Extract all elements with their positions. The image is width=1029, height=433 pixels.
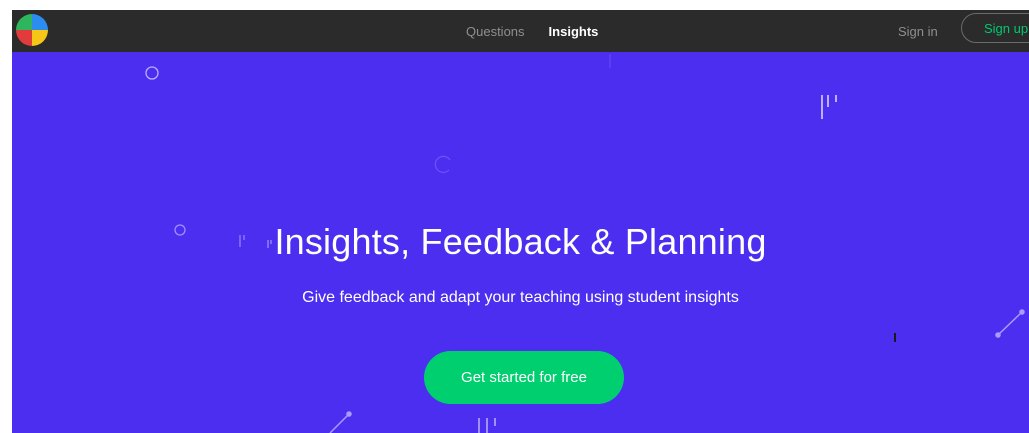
decor-circle (145, 66, 159, 80)
nav-link-questions[interactable]: Questions (466, 24, 525, 39)
decor-ticks (821, 95, 837, 119)
hero-section: Insights, Feedback & Planning Give feedb… (12, 52, 1029, 433)
get-started-button[interactable]: Get started for free (424, 351, 624, 404)
sign-up-button[interactable]: Sign up (961, 13, 1029, 43)
decor-ticks (478, 418, 496, 433)
decor-arc (434, 155, 451, 173)
main-nav: Questions Insights (466, 10, 598, 52)
sign-in-link[interactable]: Sign in (898, 10, 938, 52)
logo-icon[interactable] (14, 12, 50, 48)
nav-link-insights[interactable]: Insights (549, 24, 599, 39)
hero-title: Insights, Feedback & Planning (274, 221, 767, 262)
decor-dark-mark (894, 333, 896, 342)
hero-subtitle: Give feedback and adapt your teaching us… (302, 289, 739, 306)
top-navbar: Questions Insights Sign in Sign up (12, 10, 1029, 52)
page: Questions Insights Sign in Sign up Insig… (12, 10, 1029, 433)
